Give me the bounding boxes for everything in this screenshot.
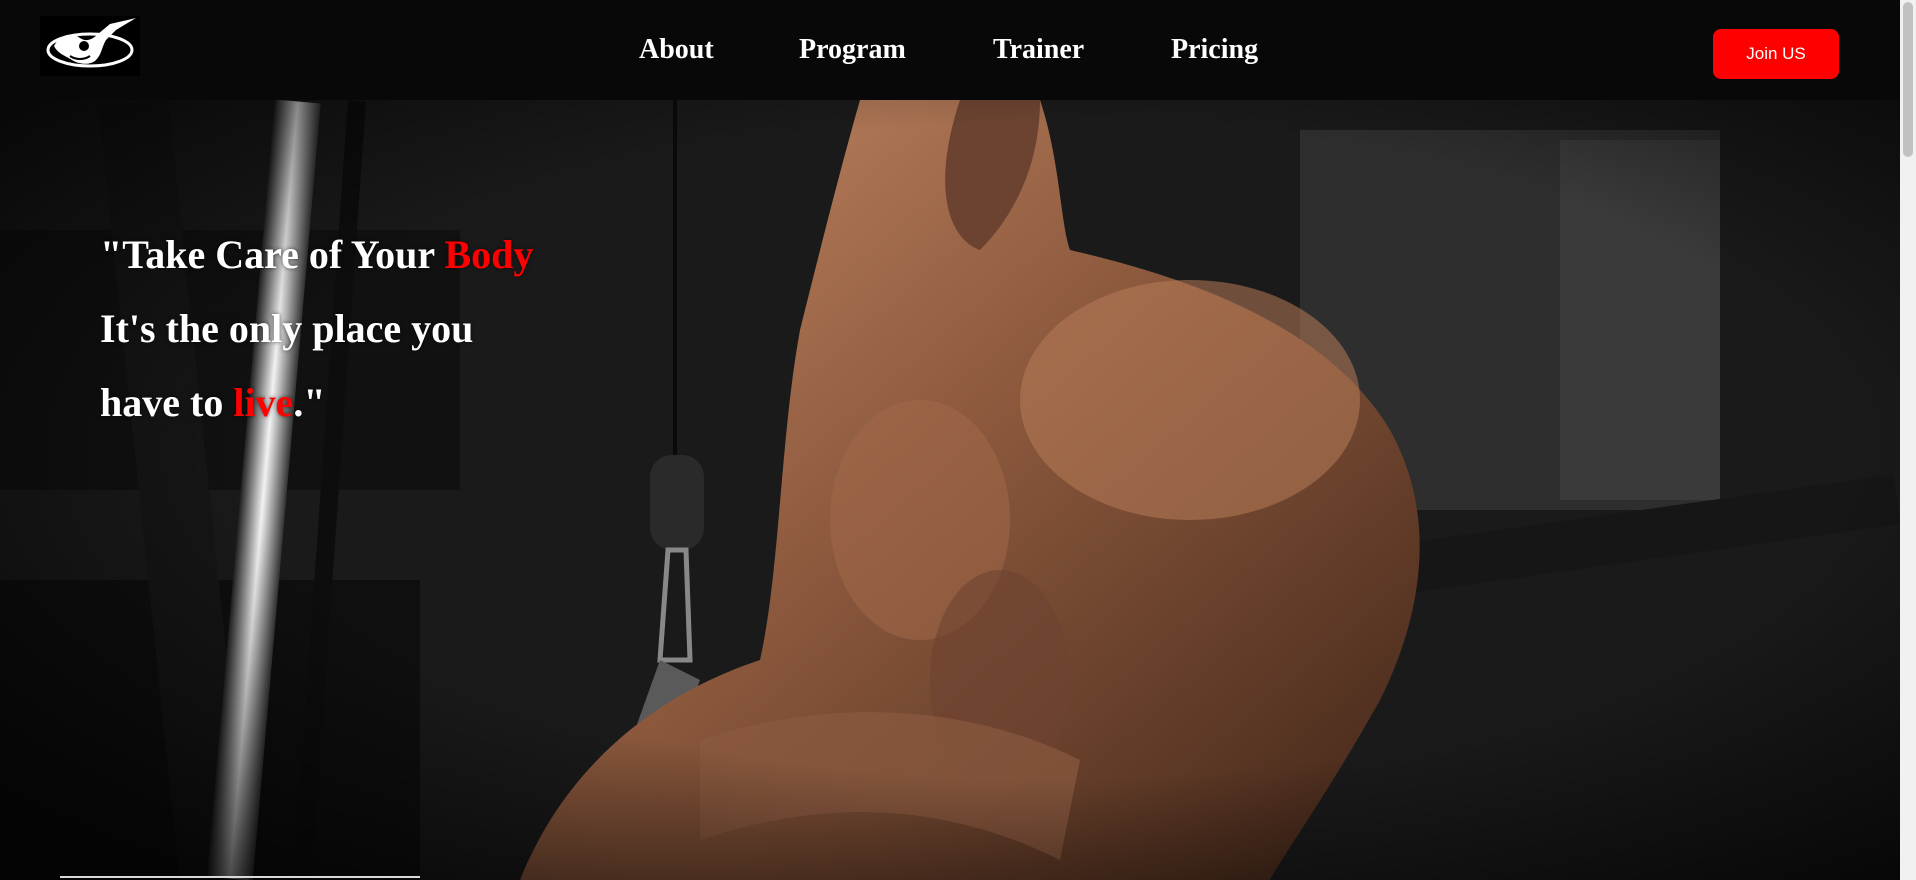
page-scrollbar[interactable]: [1900, 0, 1916, 880]
quote-accent-body: Body: [444, 232, 534, 277]
main-nav: About Program Trainer Pricing: [0, 0, 1900, 100]
quote-line-2: It's the only place you: [100, 306, 474, 351]
join-us-button[interactable]: Join US: [1713, 29, 1839, 79]
quote-line-3: have to live.": [100, 366, 533, 440]
site-header: About Program Trainer Pricing Join US: [0, 0, 1900, 100]
quote-line-3-text: have to: [100, 380, 234, 425]
hero-quote: "Take Care of Your Body It's the only pl…: [100, 218, 533, 440]
nav-trainer[interactable]: Trainer: [993, 28, 1084, 72]
page: About Program Trainer Pricing Join US "T…: [0, 0, 1916, 880]
scrollbar-thumb[interactable]: [1903, 2, 1913, 157]
nav-program[interactable]: Program: [799, 28, 906, 72]
quote-line-3-end: .": [293, 380, 326, 425]
quote-line-1-text: "Take Care of Your: [100, 232, 445, 277]
hero-background-image: [0, 100, 1900, 880]
hero-section: "Take Care of Your Body It's the only pl…: [0, 100, 1900, 880]
nav-about[interactable]: About: [639, 28, 714, 72]
quote-line-1: "Take Care of Your Body: [100, 218, 533, 292]
divider: [60, 876, 420, 878]
quote-accent-live: live: [233, 380, 294, 425]
nav-pricing[interactable]: Pricing: [1171, 28, 1258, 72]
